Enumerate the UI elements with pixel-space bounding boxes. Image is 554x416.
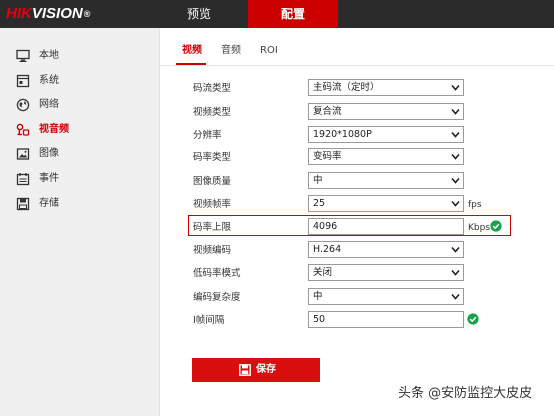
bitrate-type-value: 变码率 <box>313 151 342 162</box>
chevron-down-icon <box>451 177 460 184</box>
save-button[interactable]: 保存 <box>192 358 320 382</box>
tab-audio[interactable]: 音频 <box>221 45 241 57</box>
i-frame-interval-row: I帧间隔 50 <box>0 309 554 331</box>
nav-tab-configuration[interactable]: 配置 <box>248 0 338 28</box>
i-frame-interval-label: I帧间隔 <box>193 315 225 326</box>
resolution-label: 分辨率 <box>193 130 222 141</box>
encode-complexity-value: 中 <box>313 291 323 302</box>
hikvision-logo: HIKVISION® <box>6 5 91 22</box>
i-frame-interval-value: 50 <box>313 314 326 325</box>
encode-complexity-label: 编码复杂度 <box>193 292 241 303</box>
video-type-value: 复合流 <box>313 106 342 117</box>
encode-complexity-select[interactable]: 中 <box>308 288 464 305</box>
low-bitrate-mode-label: 低码率模式 <box>193 268 241 279</box>
top-bar: HIKVISION® 预览 配置 <box>0 0 554 28</box>
video-type-label: 视频类型 <box>193 107 232 118</box>
encoding-row: 视频编码 H.264 <box>0 239 554 261</box>
image-quality-label: 图像质量 <box>193 176 232 187</box>
chevron-down-icon <box>451 153 460 160</box>
stream-type-value: 主码流（定时） <box>313 82 380 93</box>
tab-video[interactable]: 视频 <box>182 45 202 57</box>
monitor-icon <box>16 49 30 62</box>
frame-rate-select[interactable]: 25 <box>308 195 464 212</box>
stream-type-label: 码流类型 <box>193 83 232 94</box>
chevron-down-icon <box>451 246 460 253</box>
stream-type-row: 码流类型 主码流（定时） <box>0 77 554 99</box>
bitrate-type-row: 码率类型 变码率 <box>0 146 554 168</box>
check-circle-icon <box>467 313 479 325</box>
sidebar-item-local[interactable]: 本地 <box>0 45 160 67</box>
frame-rate-value: 25 <box>313 198 326 209</box>
image-quality-value: 中 <box>313 175 323 186</box>
nav-tab-preview[interactable]: 预览 <box>160 0 238 28</box>
video-type-select[interactable]: 复合流 <box>308 103 464 120</box>
sub-tab-bar: 视频 音频 ROI <box>160 28 554 66</box>
floppy-disk-icon <box>239 364 251 376</box>
low-bitrate-mode-select[interactable]: 关闭 <box>308 264 464 281</box>
encode-complexity-row: 编码复杂度 中 <box>0 286 554 308</box>
fps-unit: fps <box>468 200 482 210</box>
frame-rate-row: 视频帧率 25 fps <box>0 193 554 215</box>
low-bitrate-mode-row: 低码率模式 关闭 <box>0 262 554 284</box>
chevron-down-icon <box>451 293 460 300</box>
encoding-label: 视频编码 <box>193 245 232 256</box>
video-type-row: 视频类型 复合流 <box>0 101 554 123</box>
chevron-down-icon <box>451 269 460 276</box>
highlight-box <box>188 215 511 236</box>
watermark-text: 头条 @安防监控大皮皮 <box>398 386 533 401</box>
active-tab-indicator <box>176 63 206 65</box>
resolution-value: 1920*1080P <box>313 129 372 140</box>
i-frame-interval-input[interactable]: 50 <box>308 311 464 328</box>
bitrate-type-label: 码率类型 <box>193 152 232 163</box>
resolution-select[interactable]: 1920*1080P <box>308 126 464 143</box>
chevron-down-icon <box>451 131 460 138</box>
encoding-value: H.264 <box>313 244 342 255</box>
tab-roi[interactable]: ROI <box>260 45 278 57</box>
chevron-down-icon <box>451 84 460 91</box>
resolution-row: 分辨率 1920*1080P <box>0 124 554 146</box>
chevron-down-icon <box>451 108 460 115</box>
sidebar-item-label: 本地 <box>39 50 59 61</box>
encoding-select[interactable]: H.264 <box>308 241 464 258</box>
save-button-label: 保存 <box>256 364 276 375</box>
low-bitrate-mode-value: 关闭 <box>313 267 333 278</box>
chevron-down-icon <box>451 200 460 207</box>
stream-type-select[interactable]: 主码流（定时） <box>308 79 464 96</box>
image-quality-row: 图像质量 中 <box>0 170 554 192</box>
bitrate-type-select[interactable]: 变码率 <box>308 148 464 165</box>
frame-rate-label: 视频帧率 <box>193 199 232 210</box>
image-quality-select[interactable]: 中 <box>308 172 464 189</box>
